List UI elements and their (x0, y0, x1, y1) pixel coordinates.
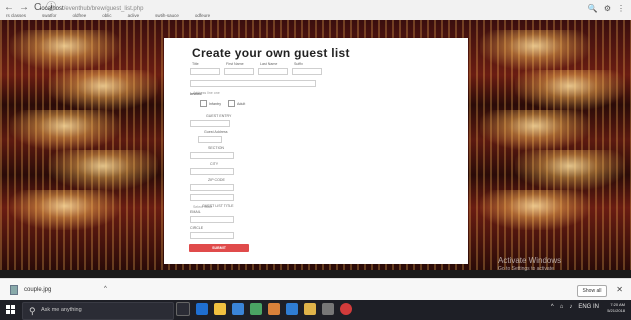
bookmark-item[interactable]: swatfor (42, 11, 57, 20)
image-file-icon (10, 285, 18, 295)
background-image-tile (10, 110, 120, 150)
download-options-caret[interactable]: ^ (104, 286, 107, 292)
background-image-tile (480, 30, 590, 70)
bookmark-item[interactable]: rs classes (6, 11, 26, 20)
search-icon: ⚲ (29, 306, 36, 316)
watermark-subtitle: Go to Settings to activate (498, 266, 554, 272)
download-item[interactable]: couple.jpg (10, 285, 51, 295)
section-input[interactable] (190, 152, 234, 159)
circle-input[interactable] (190, 232, 234, 239)
last-name-input[interactable] (258, 68, 288, 75)
background-image-tile (480, 110, 590, 150)
search-placeholder: Ask me anything (41, 307, 82, 313)
tray-caret-icon[interactable]: ^ (551, 304, 554, 310)
network-icon[interactable]: ⌂ (560, 304, 564, 310)
bookmarks-bar: rs classes swatfor oldfree oblic aclive … (0, 11, 631, 20)
checkbox-box[interactable] (228, 100, 235, 107)
email-input[interactable] (190, 216, 234, 223)
background-image-tile (515, 150, 625, 190)
downloads-bar: couple.jpg ^ Show all ✕ (0, 278, 631, 301)
opera-icon[interactable] (340, 303, 352, 315)
city-input[interactable] (190, 168, 234, 175)
locale-code: IN (593, 304, 599, 310)
bookmark-item[interactable]: swtih-sauce (155, 11, 179, 20)
show-all-button[interactable]: Show all (577, 285, 607, 297)
circle-label: CIRCLE (190, 226, 204, 230)
zip-code-input[interactable] (190, 184, 234, 191)
bookmark-item[interactable]: odfeure (195, 11, 210, 20)
suffix-input[interactable] (292, 68, 322, 75)
guest-address-input[interactable] (198, 136, 222, 143)
store-icon[interactable] (232, 303, 244, 315)
adult-checkbox[interactable]: Adult (228, 100, 245, 107)
download-file-name: couple.jpg (24, 287, 52, 293)
system-tray: ^ ⌂ ♪ ENG IN (551, 304, 599, 310)
activate-windows-watermark: Activate Windows Go to Settings to activ… (498, 256, 561, 272)
guest-list-form: Create your own guest list Title First N… (164, 38, 468, 264)
submit-button[interactable]: SUBMIT (189, 244, 249, 252)
section-label: SECTION (208, 146, 224, 150)
volume-icon[interactable]: ♪ (569, 304, 572, 310)
task-view-icon[interactable] (176, 302, 190, 316)
language-indicator[interactable]: ENG IN (578, 304, 599, 310)
page-content: Create your own guest list Title First N… (0, 20, 631, 270)
close-icon[interactable]: ✕ (616, 285, 623, 294)
title-input[interactable] (190, 68, 220, 75)
windows-start-icon[interactable] (6, 305, 16, 315)
taskbar-apps (176, 302, 352, 316)
app-icon[interactable] (286, 303, 298, 315)
city-label: CITY (210, 162, 219, 166)
bookmark-item[interactable]: oldfree (73, 11, 87, 20)
infantry-checkbox[interactable]: Infantry (200, 100, 221, 107)
first-name-input[interactable] (224, 68, 254, 75)
clock-date: 5/21/2018 (607, 308, 625, 313)
field-label-title: Title (192, 62, 199, 66)
watermark-title: Activate Windows (498, 256, 562, 265)
bookmark-item[interactable]: aclive (128, 11, 140, 20)
background-image-tile (48, 150, 158, 190)
field-label-last-name: Last Name (260, 62, 278, 66)
guest-address-label: Guest Address (204, 130, 228, 134)
checkbox-label: Adult (237, 101, 246, 106)
background-image-tile (10, 190, 120, 230)
bookmark-item[interactable]: oblic (102, 11, 111, 20)
edge-icon[interactable] (196, 303, 208, 315)
windows-taskbar: ⚲ Ask me anything ^ ⌂ ♪ ENG IN 7:20 AM 5… (0, 300, 631, 320)
taskbar-search-box[interactable]: ⚲ Ask me anything (22, 302, 174, 320)
browser-chrome: ← → C ⓘ localhost/eventhub/brew/guest_li… (0, 0, 631, 21)
guest-entry-label: GUEST ENTRY (206, 114, 232, 118)
zip-code-label: ZIP CODE (208, 178, 225, 182)
address-input[interactable]: Address line one (190, 80, 316, 95)
invited-section-label: Invited (190, 92, 202, 96)
form-title: Create your own guest list (192, 46, 350, 60)
guest-list-title-label: GUEST LIST TITLE (202, 204, 234, 208)
checkbox-box[interactable] (200, 100, 207, 107)
background-image-tile (10, 30, 120, 70)
field-label-first-name: First Name (226, 62, 244, 66)
app-icon[interactable] (268, 303, 280, 315)
app-icon[interactable] (304, 303, 316, 315)
app-icon[interactable] (322, 303, 334, 315)
guest-entry-input[interactable] (190, 120, 230, 127)
field-label-suffix: Suffix (294, 62, 303, 66)
background-image-tile (48, 70, 158, 110)
background-image-tile (480, 190, 590, 230)
file-explorer-icon[interactable] (214, 303, 226, 315)
language-code: ENG (578, 304, 592, 310)
background-image-tile (515, 70, 625, 110)
email-label: EMAIL (190, 210, 201, 214)
state-select[interactable]: Select State (190, 194, 234, 209)
app-icon[interactable] (250, 303, 262, 315)
taskbar-clock[interactable]: 7:20 AM 5/21/2018 (607, 302, 625, 314)
checkbox-label: Infantry (209, 101, 221, 106)
